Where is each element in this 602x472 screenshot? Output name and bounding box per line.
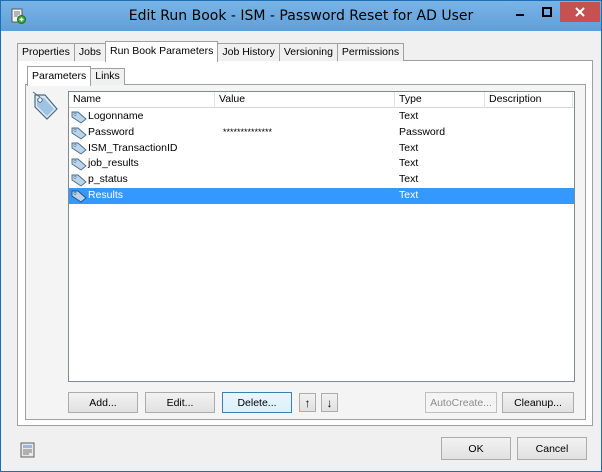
title-bar[interactable]: Edit Run Book - ISM - Password Reset for… (1, 1, 601, 31)
column-header-name[interactable]: Name (69, 92, 215, 108)
parameter-tag-icon (71, 174, 87, 187)
parameter-name: Password (88, 125, 135, 138)
tab-run-book-parameters[interactable]: Run Book Parameters (105, 41, 219, 62)
table-row[interactable]: Password ************** Password (69, 125, 574, 141)
parameter-tag-icon (71, 111, 87, 124)
column-header-description[interactable]: Description (485, 92, 573, 108)
edit-run-book-window: Edit Run Book - ISM - Password Reset for… (0, 0, 602, 472)
add-button[interactable]: Add... (68, 392, 138, 413)
column-header-type[interactable]: Type (395, 92, 485, 108)
parameter-description (485, 141, 573, 157)
sub-tab-bar: Parameters Links (27, 66, 125, 86)
parameter-description (485, 125, 573, 141)
parameter-type: Password (399, 125, 446, 138)
maximize-button[interactable] (533, 2, 560, 22)
parameter-tag-icon (71, 127, 87, 140)
parameter-value (215, 141, 395, 157)
tab-permissions[interactable]: Permissions (336, 43, 405, 61)
cleanup-button[interactable]: Cleanup... (502, 392, 574, 413)
parameter-name: Logonname (88, 110, 144, 122)
move-down-button[interactable]: ↓ (321, 393, 338, 412)
table-row[interactable]: p_status Text (69, 172, 574, 188)
move-up-button[interactable]: ↑ (299, 393, 316, 412)
parameters-list[interactable]: Name Value Type Description Logonname Te… (68, 91, 575, 382)
name-cell: Results (69, 188, 215, 204)
tab-properties[interactable]: Properties (17, 43, 75, 61)
parameter-value (215, 188, 395, 204)
cancel-button[interactable]: Cancel (517, 437, 587, 460)
parameter-name: ISM_TransactionID (88, 141, 178, 154)
ok-button[interactable]: OK (441, 437, 511, 460)
parameter-description (485, 109, 573, 125)
tab-jobs[interactable]: Jobs (73, 43, 107, 61)
name-cell: ISM_TransactionID (69, 141, 215, 157)
table-row[interactable]: job_results Text (69, 156, 574, 172)
parameter-value (215, 109, 395, 125)
parameter-tag-icon (31, 91, 59, 121)
parameter-type: Text (399, 110, 419, 122)
table-row[interactable]: ISM_TransactionID Text (69, 141, 574, 157)
maximize-icon (541, 7, 552, 17)
parameter-tag-icon (71, 143, 87, 156)
list-rows: Logonname Text Password ************** P… (69, 109, 574, 204)
close-icon (575, 7, 585, 17)
parameter-type: Text (399, 141, 419, 154)
parameter-value: ************** (223, 126, 273, 137)
parameter-name: p_status (88, 173, 128, 186)
autocreate-button[interactable]: AutoCreate... (425, 392, 497, 413)
main-tab-bar: Properties Jobs Run Book Parameters Job … (17, 41, 405, 62)
parameter-description (485, 172, 573, 188)
parameter-value (215, 156, 395, 172)
parameter-description (485, 156, 573, 172)
parameter-type: Text (399, 188, 419, 201)
name-cell: p_status (69, 172, 215, 188)
parameter-name: Results (88, 188, 124, 201)
list-header: Name Value Type Description (69, 92, 574, 108)
tab-job-history[interactable]: Job History (217, 43, 280, 61)
minimize-icon (515, 14, 524, 16)
minimize-button[interactable] (506, 2, 533, 22)
parameter-tag-icon (71, 190, 87, 203)
parameter-type: Text (399, 157, 419, 170)
parameter-tag-icon (71, 158, 87, 171)
properties-icon[interactable] (19, 441, 37, 459)
tab-parameters[interactable]: Parameters (27, 66, 92, 86)
edit-button[interactable]: Edit... (145, 392, 215, 413)
tab-links[interactable]: Links (90, 68, 125, 85)
name-cell: job_results (69, 156, 215, 172)
column-header-value[interactable]: Value (215, 92, 395, 108)
table-row[interactable]: Logonname Text (69, 109, 574, 125)
tab-versioning[interactable]: Versioning (278, 43, 338, 61)
name-cell: Password (69, 125, 215, 141)
arrow-down-icon: ↓ (326, 395, 333, 410)
table-row-selected[interactable]: Results Text (69, 187, 574, 204)
arrow-up-icon: ↑ (304, 395, 311, 410)
parameter-value (215, 172, 395, 188)
parameter-description (485, 188, 573, 204)
name-cell: Logonname (69, 109, 215, 125)
parameter-type: Text (399, 173, 419, 186)
close-button[interactable] (560, 2, 600, 22)
delete-button[interactable]: Delete... (222, 392, 292, 413)
parameter-name: job_results (88, 157, 139, 170)
